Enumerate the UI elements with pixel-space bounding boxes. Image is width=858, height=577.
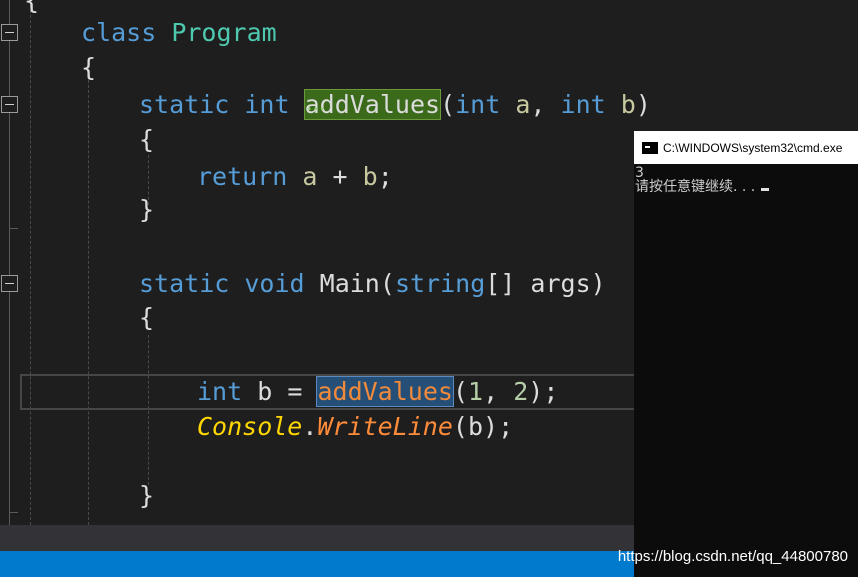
operator-token: + — [332, 162, 348, 191]
method-call-token: WriteLine — [317, 412, 453, 441]
paren-token: ( — [379, 269, 395, 298]
operator-token: = — [287, 377, 303, 406]
code-line-main-close: } — [139, 481, 154, 511]
code-line-assignment: int b = addValues(1, 2); — [197, 376, 559, 407]
keyword-token: static — [139, 269, 230, 298]
paren-token: ) — [528, 377, 544, 406]
indent-guide — [88, 80, 89, 525]
outline-gutter-line — [9, 0, 10, 525]
semicolon-token: ; — [377, 162, 393, 191]
method-call-token[interactable]: addValues — [316, 376, 454, 407]
collapse-class-icon[interactable] — [1, 24, 18, 41]
parameter-token: b — [620, 90, 636, 119]
brackets-token: [] — [485, 269, 516, 298]
console-output-line: 3 — [635, 165, 644, 181]
indent-guide — [148, 335, 149, 485]
brace-token: { — [139, 125, 155, 154]
code-line-addvalues-signature: static int addValues(int a, int b) — [139, 89, 651, 120]
code-line-class-open: { — [81, 53, 96, 83]
cmd-icon — [642, 141, 658, 154]
collapse-addvalues-icon[interactable] — [1, 96, 18, 113]
code-line-return: return a + b; — [197, 162, 393, 192]
semicolon-token: ; — [498, 412, 514, 441]
brace-token: } — [139, 195, 155, 224]
code-line-main-open: { — [139, 303, 154, 333]
method-name-token: Main — [319, 269, 380, 298]
watermark-text: https://blog.csdn.net/qq_44800780 — [617, 548, 848, 565]
class-name-token: Console — [197, 412, 303, 441]
console-output[interactable]: 3 请按任意键继续. . . — [634, 164, 858, 194]
keyword-token: int — [560, 90, 606, 119]
console-prompt-text: 请按任意键继续. . . — [635, 179, 756, 195]
keyword-token: class — [81, 18, 157, 47]
paren-token: ) — [483, 412, 499, 441]
code-line-class: class Program — [81, 18, 277, 48]
console-window[interactable]: C:\WINDOWS\system32\cmd.exe 3 请按任意键继续. .… — [634, 131, 858, 577]
class-name-token: Program — [171, 18, 277, 47]
number-token: 1 — [468, 377, 484, 406]
console-title: C:\WINDOWS\system32\cmd.exe — [663, 140, 843, 155]
text-cursor — [761, 188, 770, 191]
keyword-token: int — [197, 377, 243, 406]
variable-token: b — [257, 377, 273, 406]
keyword-token: string — [394, 269, 486, 298]
dot-token: . — [302, 412, 318, 441]
console-titlebar[interactable]: C:\WINDOWS\system32\cmd.exe — [634, 131, 858, 164]
keyword-token: void — [244, 269, 305, 298]
comma-token: , — [530, 90, 546, 119]
comma-token: , — [483, 377, 499, 406]
paren-token: ( — [440, 90, 456, 119]
paren-token: ( — [452, 377, 468, 406]
console-prompt-line: 请按任意键继续. . . — [635, 180, 858, 194]
code-line-method-close: } — [139, 195, 154, 225]
brace-token: } — [139, 481, 155, 510]
keyword-token: static — [139, 90, 230, 119]
number-token: 2 — [513, 377, 529, 406]
parameter-token: a — [515, 90, 531, 119]
code-line-writeline: Console.WriteLine(b); — [197, 412, 513, 442]
paren-token: ) — [635, 90, 651, 119]
fold-end-marker — [9, 228, 18, 229]
code-line-main-signature: static void Main(string[] args) — [139, 269, 606, 299]
method-definition-token[interactable]: addValues — [303, 89, 442, 120]
code-line-method-open: { — [139, 125, 154, 155]
keyword-token: int — [455, 90, 501, 119]
indent-guide — [30, 0, 31, 525]
keyword-token: int — [244, 90, 290, 119]
paren-token: ( — [452, 412, 468, 441]
brace-token: { — [24, 0, 40, 15]
variable-token: b — [467, 412, 484, 441]
parameter-token: a — [302, 162, 318, 191]
collapse-main-icon[interactable] — [1, 275, 18, 292]
paren-token: ) — [590, 269, 606, 298]
keyword-token: return — [197, 162, 288, 191]
brace-token: { — [139, 303, 155, 332]
semicolon-token: ; — [543, 377, 559, 406]
brace-token: { — [81, 53, 97, 82]
parameter-token: b — [362, 162, 378, 191]
parameter-token: args — [530, 269, 591, 298]
fold-end-marker — [9, 512, 18, 513]
code-line-namespace-brace: { — [24, 0, 39, 16]
